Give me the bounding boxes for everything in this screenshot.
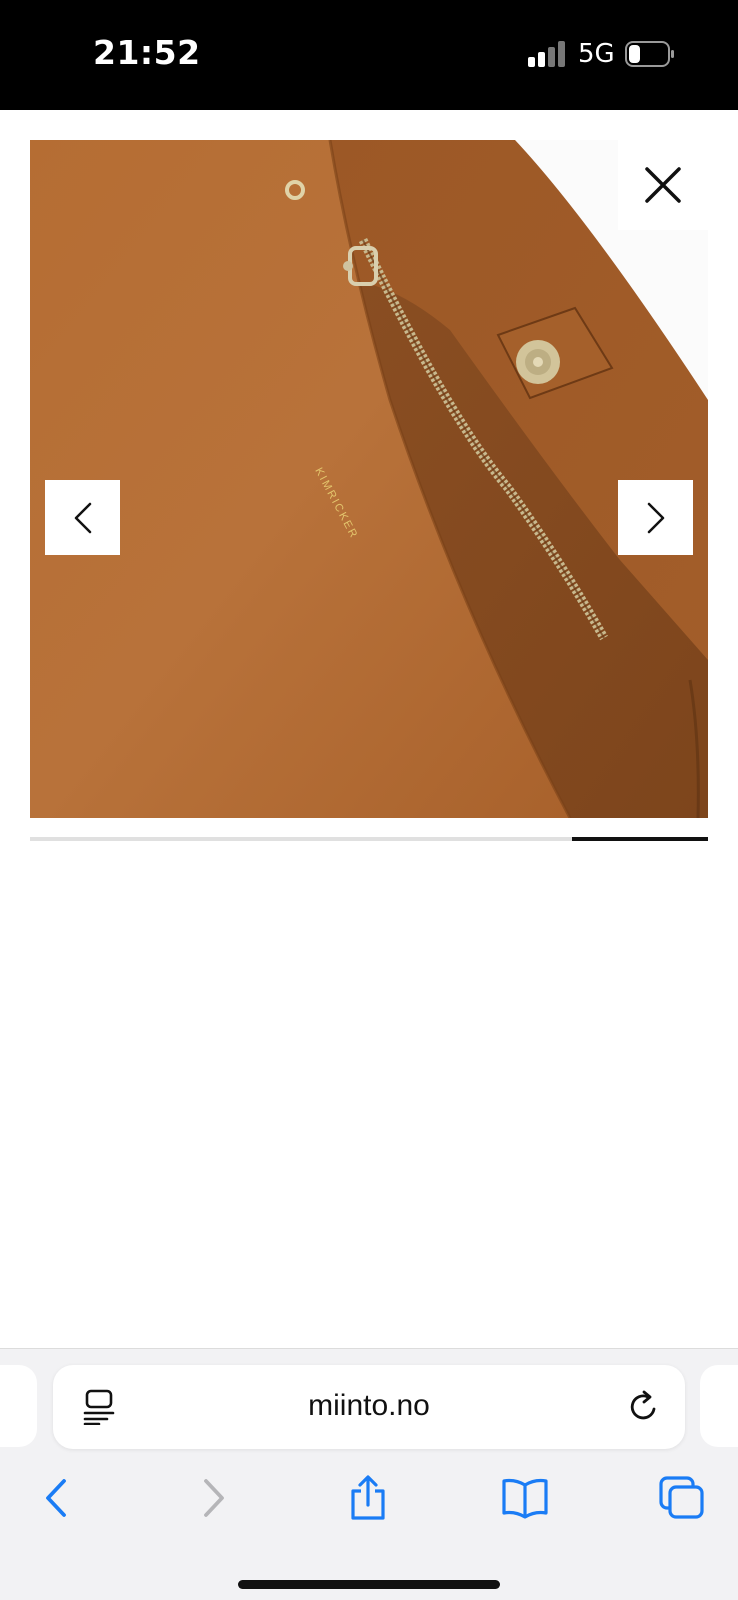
tabs-icon — [659, 1476, 704, 1519]
home-indicator — [238, 1580, 500, 1589]
next-image-button[interactable] — [618, 480, 693, 555]
screen: 21:52 5G KIMRICKER miinto.no — [0, 0, 738, 1600]
gallery-progress-track — [30, 837, 708, 841]
share-icon — [351, 1475, 385, 1520]
status-bar: 21:52 5G — [0, 0, 738, 110]
book-icon — [502, 1478, 548, 1519]
chevron-right-icon — [204, 1479, 224, 1517]
gallery-progress-indicator — [572, 837, 708, 841]
cellular-signal-icon — [528, 41, 566, 67]
previous-tab-peek[interactable] — [0, 1365, 37, 1447]
tabs-button[interactable] — [656, 1472, 708, 1524]
chevron-left-icon — [46, 1479, 66, 1517]
previous-image-button[interactable] — [45, 480, 120, 555]
chevron-right-icon — [647, 502, 664, 533]
product-image-gallery[interactable]: KIMRICKER — [30, 140, 708, 818]
address-bar[interactable]: miinto.no — [53, 1365, 685, 1449]
close-icon — [645, 167, 681, 203]
forward-button[interactable] — [188, 1472, 240, 1524]
bookmarks-button[interactable] — [499, 1472, 551, 1524]
chevron-left-icon — [74, 502, 91, 533]
next-tab-peek[interactable] — [700, 1365, 738, 1447]
product-image: KIMRICKER — [30, 140, 708, 818]
status-time: 21:52 — [93, 33, 201, 72]
network-type: 5G — [578, 39, 615, 69]
back-button[interactable] — [30, 1472, 82, 1524]
browser-toolbar: miinto.no — [0, 1348, 738, 1600]
close-button[interactable] — [618, 140, 708, 230]
battery-low-icon — [625, 41, 674, 67]
reload-icon[interactable] — [626, 1389, 662, 1425]
url-text[interactable]: miinto.no — [53, 1389, 685, 1423]
share-button[interactable] — [342, 1472, 394, 1524]
